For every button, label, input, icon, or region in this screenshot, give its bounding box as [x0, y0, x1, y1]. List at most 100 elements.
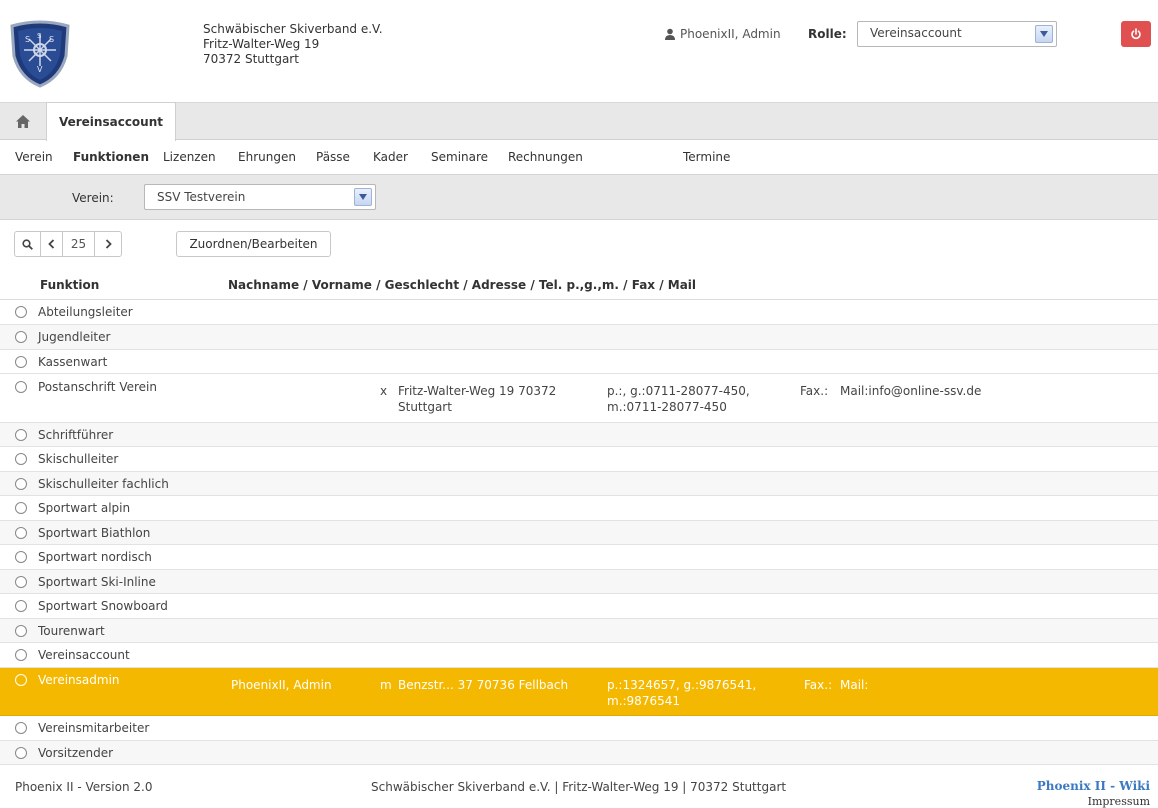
table-row[interactable]: Vereinsaccount: [0, 643, 1158, 668]
chevron-down-icon[interactable]: [1035, 25, 1053, 43]
table-row[interactable]: Sportwart Snowboard: [0, 594, 1158, 619]
menu-item-funktionen[interactable]: Funktionen: [73, 150, 149, 164]
mail: Mail:info@online-ssv.de: [840, 384, 982, 398]
row-radio[interactable]: [15, 600, 27, 612]
menu-item-termine[interactable]: Termine: [683, 150, 730, 164]
row-radio[interactable]: [15, 356, 27, 368]
row-radio[interactable]: [15, 429, 27, 441]
column-header-funktion[interactable]: Funktion: [40, 278, 99, 292]
current-user[interactable]: PhoenixII, Admin: [664, 27, 781, 41]
org-address: Schwäbischer Skiverband e.V. Fritz-Walte…: [203, 22, 383, 67]
function-name: Sportwart Snowboard: [38, 599, 168, 613]
row-radio[interactable]: [15, 453, 27, 465]
table-row[interactable]: Sportwart Biathlon: [0, 521, 1158, 545]
header: S S S V Schwäbischer Skiverband e.V. Fri…: [0, 0, 1158, 100]
main-menu: Verein Funktionen Lizenzen Ehrungen Päss…: [0, 140, 1158, 174]
table-row[interactable]: Abteilungsleiter: [0, 300, 1158, 325]
table-row[interactable]: Postanschrift Verein x Fritz-Walter-Weg …: [0, 374, 1158, 423]
row-radio[interactable]: [15, 576, 27, 588]
org-name: Schwäbischer Skiverband e.V.: [203, 22, 383, 36]
function-name: Skischulleiter fachlich: [38, 477, 169, 491]
assign-edit-button[interactable]: Zuordnen/Bearbeiten: [176, 231, 331, 257]
logout-button[interactable]: [1121, 21, 1151, 47]
row-radio[interactable]: [15, 381, 27, 393]
user-name: PhoenixII, Admin: [680, 27, 781, 41]
table-row[interactable]: Schriftführer: [0, 423, 1158, 447]
table-row[interactable]: Kassenwart: [0, 350, 1158, 374]
table-row[interactable]: Jugendleiter: [0, 325, 1158, 350]
svg-text:S: S: [37, 32, 42, 40]
verein-select[interactable]: SSV Testverein: [144, 184, 376, 210]
menu-item-lizenzen[interactable]: Lizenzen: [163, 150, 216, 164]
table-row[interactable]: Vorsitzender: [0, 741, 1158, 765]
row-radio[interactable]: [15, 625, 27, 637]
person-name: PhoenixII, Admin: [231, 678, 332, 692]
row-radio[interactable]: [15, 502, 27, 514]
role-label: Rolle:: [808, 27, 847, 41]
power-icon: [1131, 28, 1141, 40]
row-radio[interactable]: [15, 331, 27, 343]
function-name: Vorsitzender: [38, 746, 114, 760]
wiki-link[interactable]: Phoenix II - Wiki: [1037, 779, 1150, 793]
table-row[interactable]: Tourenwart: [0, 619, 1158, 643]
table-row[interactable]: Skischulleiter: [0, 447, 1158, 472]
org-city: 70372 Stuttgart: [203, 52, 299, 66]
filter-bar: Verein: SSV Testverein: [0, 174, 1158, 220]
row-radio[interactable]: [15, 747, 27, 759]
table-row[interactable]: Vereinsmitarbeiter: [0, 716, 1158, 741]
prev-page-button[interactable]: [41, 232, 63, 256]
function-table: Abteilungsleiter Jugendleiter Kassenwart…: [0, 300, 1158, 765]
svg-text:S: S: [25, 35, 30, 44]
svg-text:V: V: [37, 65, 43, 74]
menu-item-seminare[interactable]: Seminare: [431, 150, 488, 164]
user-icon: [664, 28, 676, 40]
function-name: Sportwart Ski-Inline: [38, 575, 156, 589]
row-radio[interactable]: [15, 478, 27, 490]
table-row[interactable]: Skischulleiter fachlich: [0, 472, 1158, 496]
menu-item-ehrungen[interactable]: Ehrungen: [238, 150, 296, 164]
tab-bar: Vereinsaccount: [0, 102, 1158, 141]
address-line2: Stuttgart: [398, 400, 452, 414]
menu-item-rechnungen[interactable]: Rechnungen: [508, 150, 583, 164]
chevron-right-icon: [105, 239, 112, 249]
row-radio[interactable]: [15, 674, 27, 686]
menu-item-paesse[interactable]: Pässe: [316, 150, 350, 164]
page-size[interactable]: 25: [63, 232, 95, 256]
function-name: Skischulleiter: [38, 452, 119, 466]
chevron-down-icon[interactable]: [354, 188, 372, 206]
pager: 25: [14, 231, 122, 257]
phone-line1: p.:, g.:0711-28077-450,: [607, 384, 750, 398]
tab-vereinsaccount[interactable]: Vereinsaccount: [46, 102, 176, 141]
impressum-link[interactable]: Impressum: [1088, 795, 1150, 808]
fax: Fax.:: [800, 384, 829, 398]
mail: Mail:: [840, 678, 869, 692]
table-row[interactable]: Sportwart Ski-Inline: [0, 570, 1158, 594]
toolbar: 25 Zuordnen/Bearbeiten: [0, 220, 1158, 268]
menu-item-kader[interactable]: Kader: [373, 150, 408, 164]
footer-address: Schwäbischer Skiverband e.V. | Fritz-Wal…: [371, 780, 787, 794]
table-row[interactable]: Sportwart alpin: [0, 496, 1158, 521]
version-text: Phoenix II - Version 2.0: [15, 780, 153, 794]
row-radio[interactable]: [15, 551, 27, 563]
role-select[interactable]: Vereinsaccount: [857, 21, 1057, 47]
row-radio[interactable]: [15, 649, 27, 661]
verein-label: Verein:: [72, 191, 114, 205]
column-header-person[interactable]: Nachname / Vorname / Geschlecht / Adress…: [228, 278, 696, 292]
table-row-selected[interactable]: Vereinsadmin PhoenixII, Admin m Benzstr.…: [0, 668, 1158, 716]
next-page-button[interactable]: [95, 232, 121, 256]
phone-line2: m.:0711-28077-450: [607, 400, 727, 414]
home-tab[interactable]: [0, 103, 46, 140]
table-row[interactable]: Sportwart nordisch: [0, 545, 1158, 570]
function-name: Sportwart alpin: [38, 501, 131, 515]
menu-item-verein[interactable]: Verein: [15, 150, 53, 164]
home-icon: [16, 115, 30, 128]
row-radio[interactable]: [15, 527, 27, 539]
row-radio[interactable]: [15, 722, 27, 734]
search-button[interactable]: [15, 232, 41, 256]
gender: x: [380, 384, 388, 398]
function-name: Vereinsadmin: [38, 673, 120, 687]
function-name: Vereinsmitarbeiter: [38, 721, 150, 735]
phone-line1: p.:1324657, g.:9876541,: [607, 678, 757, 692]
row-radio[interactable]: [15, 306, 27, 318]
address-line1: Fritz-Walter-Weg 19 70372: [398, 384, 557, 398]
